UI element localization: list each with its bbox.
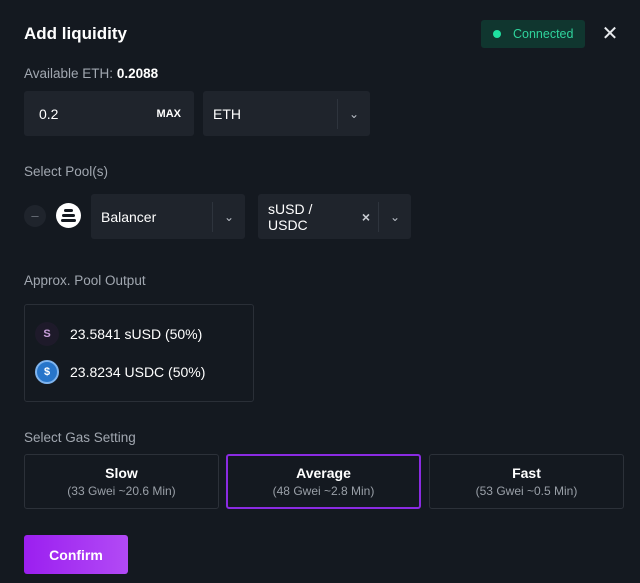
protocol-select-value: Balancer xyxy=(101,208,157,225)
page-title: Add liquidity xyxy=(24,24,127,43)
gas-option-name: Fast xyxy=(512,465,541,481)
chevron-down-icon[interactable]: ⌄ xyxy=(213,210,245,224)
pool-output-label: Approx. Pool Output xyxy=(24,273,146,288)
output-item: $ 23.8234 USDC (50%) xyxy=(35,360,205,384)
gas-option-detail: (53 Gwei ~0.5 Min) xyxy=(475,484,578,498)
output-text: 23.8234 USDC (50%) xyxy=(70,364,206,380)
output-item: S 23.5841 sUSD (50%) xyxy=(35,322,202,346)
pool-pair-select[interactable]: sUSD / USDC × ⌄ xyxy=(258,194,411,239)
pool-pair-value: sUSD / USDC xyxy=(268,200,313,233)
select-pools-label: Select Pool(s) xyxy=(24,164,109,179)
gas-option-detail: (33 Gwei ~20.6 Min) xyxy=(67,484,176,498)
usdc-icon: $ xyxy=(35,360,59,384)
gas-option-fast[interactable]: Fast (53 Gwei ~0.5 Min) xyxy=(429,454,624,509)
close-icon[interactable]: ✕ xyxy=(600,22,620,46)
available-eth-label: Available ETH: 0.2088 xyxy=(24,66,158,81)
chevron-down-icon[interactable]: ⌄ xyxy=(338,107,370,121)
status-text: Connected xyxy=(513,27,574,41)
token-select-value: ETH xyxy=(213,105,241,122)
available-label-text: Available ETH: xyxy=(24,66,114,81)
max-button[interactable]: MAX xyxy=(157,108,181,120)
balancer-logo-icon xyxy=(56,203,81,228)
gas-option-name: Slow xyxy=(105,465,138,481)
connection-status-badge: Connected xyxy=(481,20,585,48)
gas-option-average[interactable]: Average (48 Gwei ~2.8 Min) xyxy=(226,454,421,509)
available-eth-value: 0.2088 xyxy=(116,66,159,81)
susd-icon: S xyxy=(35,322,59,346)
token-select[interactable]: ETH ⌄ xyxy=(203,91,370,136)
output-text: 23.5841 sUSD (50%) xyxy=(70,326,203,342)
confirm-button[interactable]: Confirm xyxy=(24,535,128,574)
amount-input[interactable]: 0.2 MAX xyxy=(24,91,194,136)
gas-option-slow[interactable]: Slow (33 Gwei ~20.6 Min) xyxy=(24,454,219,509)
clear-icon[interactable]: × xyxy=(354,209,378,225)
protocol-select[interactable]: Balancer ⌄ xyxy=(91,194,245,239)
gas-option-name: Average xyxy=(296,465,351,481)
status-dot-icon xyxy=(493,30,501,38)
gas-option-detail: (48 Gwei ~2.8 Min) xyxy=(272,484,375,498)
pool-output-box: S 23.5841 sUSD (50%) $ 23.8234 USDC (50%… xyxy=(24,304,254,402)
gas-setting-label: Select Gas Setting xyxy=(24,430,136,445)
amount-value[interactable]: 0.2 xyxy=(39,106,157,122)
remove-pool-button[interactable]: – xyxy=(24,205,46,227)
chevron-down-icon[interactable]: ⌄ xyxy=(379,210,411,224)
